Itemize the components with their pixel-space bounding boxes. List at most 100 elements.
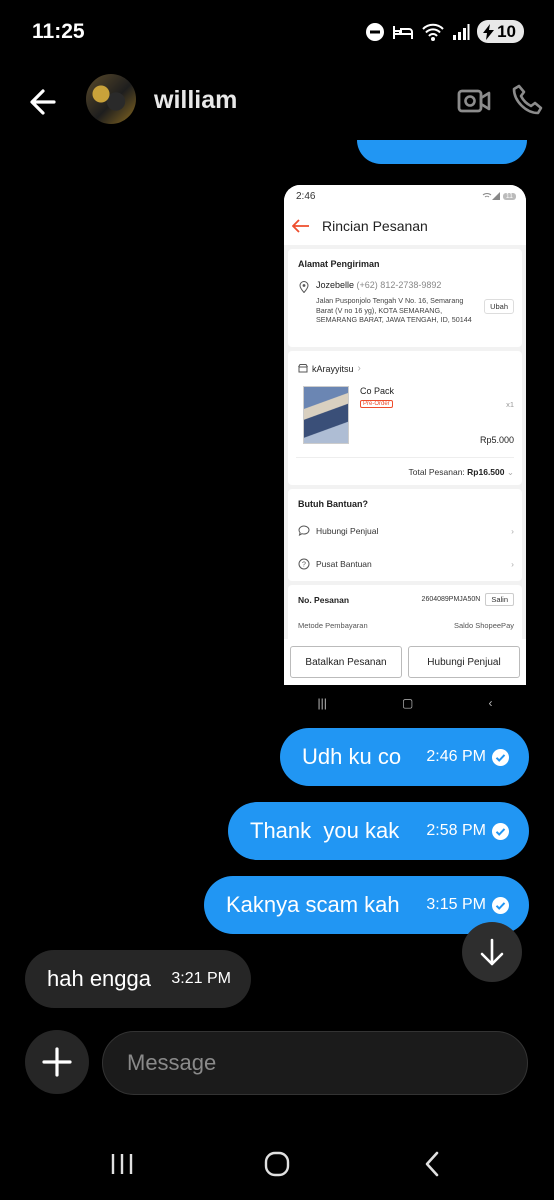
message-input[interactable] xyxy=(102,1031,528,1095)
shop-icon xyxy=(298,364,308,373)
add-icon xyxy=(42,1047,72,1077)
chat-header: william xyxy=(0,64,554,140)
screenshot-content: 2:46 11 Rincian Pesanan Alamat Pengirima… xyxy=(284,185,526,685)
question-icon: ? xyxy=(298,558,310,570)
screenshot-time: 2:46 xyxy=(296,190,316,202)
status-bar: 11:25 10 xyxy=(0,0,554,64)
chat-icon xyxy=(298,525,310,536)
recipient: Jozebelle (+62) 812-2738-9892 xyxy=(316,280,441,290)
signal-icon xyxy=(453,23,470,40)
product-name: Co Pack xyxy=(360,386,395,396)
read-check-icon xyxy=(492,896,509,914)
svg-text:?: ? xyxy=(302,562,306,569)
address-card: Alamat Pengiriman Jozebelle (+62) 812-27… xyxy=(288,249,522,347)
total-value: Rp16.500 xyxy=(467,467,505,477)
contact-name[interactable]: william xyxy=(154,86,237,115)
edit-address-button: Ubah xyxy=(484,299,514,314)
back-arrow-icon[interactable] xyxy=(24,82,64,122)
message-text: Thank you kak xyxy=(250,818,400,843)
chevron-down-icon: ⌄ xyxy=(506,467,514,477)
chevron-right-icon: › xyxy=(357,363,361,374)
nav-back-button[interactable] xyxy=(412,1148,452,1180)
screenshot-nav-bar: ||| ▢ ‹ xyxy=(280,685,530,720)
message-bubble[interactable]: Udh ku co 2:46 PM xyxy=(280,728,529,786)
wifi-icon xyxy=(422,23,444,41)
contact-seller-row: Hubungi Penjual › xyxy=(298,525,514,536)
battery-indicator: 10 xyxy=(477,20,524,43)
chevron-right-icon: › xyxy=(511,559,514,569)
message-bubble[interactable]: Thank you kak 2:58 PM xyxy=(228,802,529,860)
status-time: 11:25 xyxy=(32,20,85,43)
scroll-down-button[interactable] xyxy=(462,922,522,982)
back-arrow-icon xyxy=(292,219,309,233)
video-call-icon[interactable] xyxy=(456,84,492,118)
message-time: 2:46 PM xyxy=(426,748,486,765)
recipient-phone: (+62) 812-2738-9892 xyxy=(356,280,442,290)
payment-method-value: Saldo ShopeePay xyxy=(453,621,514,630)
order-number-row: 2604089PMJA50N Salin xyxy=(422,593,514,606)
bed-icon xyxy=(393,25,414,39)
message-time: 3:15 PM xyxy=(426,896,486,913)
cancel-order-button: Batalkan Pesanan xyxy=(290,646,402,678)
scroll-down-icon xyxy=(480,938,504,966)
message-bubble[interactable]: hah engga 3:21 PM xyxy=(25,950,251,1008)
divider xyxy=(296,457,514,458)
recents-button[interactable] xyxy=(102,1148,142,1180)
product-card: kArayyitsu › Co Pack Pre-Order x1 Rp5.00… xyxy=(288,351,522,485)
status-icons: 10 xyxy=(365,20,524,43)
message-time: 3:21 PM xyxy=(171,970,231,987)
recents-icon: ||| xyxy=(317,695,327,710)
help-card: Butuh Bantuan? Hubungi Penjual › ? Pusat… xyxy=(288,489,522,581)
add-attachment-button[interactable] xyxy=(25,1030,89,1094)
home-button[interactable] xyxy=(257,1148,297,1180)
composer xyxy=(0,1030,554,1098)
system-nav-bar xyxy=(0,1128,554,1200)
charging-icon xyxy=(483,23,495,40)
preorder-badge: Pre-Order xyxy=(360,400,393,408)
recents-icon xyxy=(111,1154,133,1174)
address-heading: Alamat Pengiriman xyxy=(298,259,380,269)
product-qty: x1 xyxy=(506,400,514,409)
screenshot-status-icons: 11 xyxy=(482,192,516,200)
message-list[interactable]: 2:46 11 Rincian Pesanan Alamat Pengirima… xyxy=(0,140,554,1020)
order-number: 2604089PMJA50N xyxy=(421,596,481,603)
order-info-card: No. Pesanan 2604089PMJA50N Salin Metode … xyxy=(288,585,522,645)
shared-screenshot-image[interactable]: 2:46 11 Rincian Pesanan Alamat Pengirima… xyxy=(280,182,530,720)
product-price: Rp5.000 xyxy=(479,435,514,445)
message-text: Udh ku co xyxy=(302,744,402,769)
home-icon xyxy=(264,1151,290,1177)
screenshot-title: Rincian Pesanan xyxy=(322,218,428,234)
address-text: Jalan Pusponjolo Tengah V No. 16, Semara… xyxy=(316,296,472,324)
order-total: Total Pesanan: Rp16.500 ⌄ xyxy=(409,467,514,478)
message-text: hah engga xyxy=(47,966,151,991)
location-pin-icon xyxy=(299,281,309,293)
wifi-icon xyxy=(482,193,492,198)
dnd-icon xyxy=(366,22,385,41)
screenshot-battery: 11 xyxy=(502,192,516,200)
screenshot-status-bar: 2:46 11 xyxy=(284,185,526,207)
battery-level: 10 xyxy=(497,21,516,41)
screenshot-app-bar: Rincian Pesanan xyxy=(284,207,526,245)
message-time: 2:58 PM xyxy=(426,822,486,839)
screenshot-action-bar: Batalkan Pesanan Hubungi Penjual xyxy=(284,639,526,685)
phone-icon[interactable] xyxy=(510,82,546,118)
avatar[interactable] xyxy=(86,74,136,124)
previous-message-bubble[interactable] xyxy=(357,140,527,164)
help-center-label: Pusat Bantuan xyxy=(316,559,372,569)
nav-back-icon: ‹ xyxy=(488,695,493,710)
chevron-right-icon: › xyxy=(511,525,514,536)
read-check-icon xyxy=(492,748,509,766)
copy-button: Salin xyxy=(485,593,514,606)
shop-row: kArayyitsu › xyxy=(298,363,361,374)
nav-back-icon xyxy=(425,1151,439,1177)
read-check-icon xyxy=(492,822,509,840)
payment-method-label: Metode Pembayaran xyxy=(298,621,368,630)
message-text: Kaknya scam kah xyxy=(226,892,400,917)
contact-seller-button: Hubungi Penjual xyxy=(408,646,520,678)
shop-name: kArayyitsu xyxy=(312,363,354,374)
recipient-name: Jozebelle xyxy=(316,280,355,290)
product-thumbnail xyxy=(303,386,349,444)
total-label: Total Pesanan: xyxy=(408,467,465,477)
order-number-heading: No. Pesanan xyxy=(298,595,350,605)
help-heading: Butuh Bantuan? xyxy=(298,499,368,509)
